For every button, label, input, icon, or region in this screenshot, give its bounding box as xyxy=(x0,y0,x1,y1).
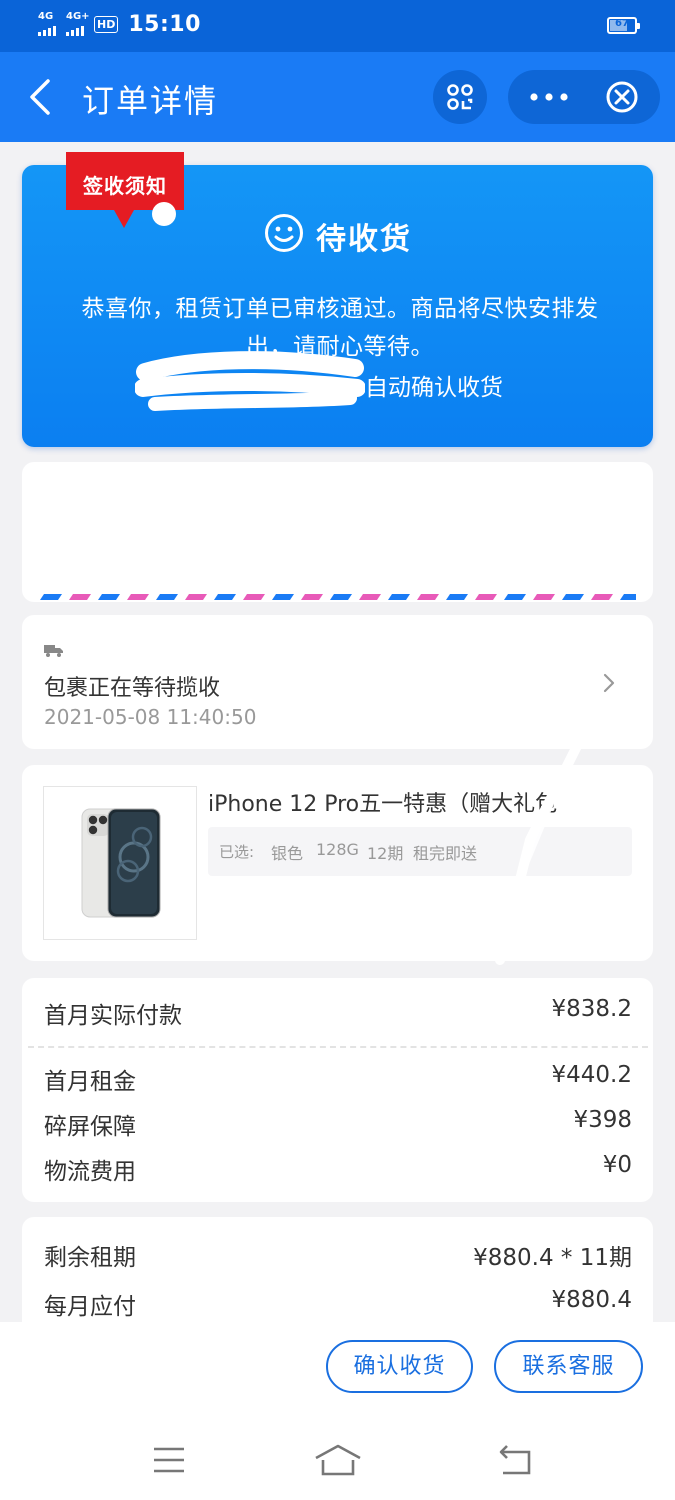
system-nav-bar xyxy=(0,1412,675,1500)
auto-confirm-text: 自动确认收货 xyxy=(365,375,503,401)
confirm-receipt-button[interactable]: 确认收货 xyxy=(326,1340,473,1393)
redaction-streak xyxy=(495,735,585,965)
divider xyxy=(28,1046,648,1048)
back-nav-icon[interactable] xyxy=(497,1444,533,1476)
close-button[interactable] xyxy=(596,70,660,124)
spec-color: 银色 xyxy=(271,844,304,863)
chevron-left-icon[interactable] xyxy=(26,78,56,116)
chevron-right-icon[interactable] xyxy=(601,672,617,694)
screen-protection-value: ¥398 xyxy=(573,1107,632,1133)
smile-icon xyxy=(265,214,303,252)
product-image[interactable] xyxy=(43,786,197,940)
battery-icon: 67 xyxy=(607,17,640,34)
phone-image-icon xyxy=(81,808,161,918)
page-title: 订单详情 xyxy=(82,82,219,120)
truck-icon xyxy=(44,645,63,657)
first-month-value: ¥838.2 xyxy=(551,996,632,1022)
signal-icon: 4G xyxy=(38,11,56,36)
first-month-label: 首月实际付款 xyxy=(44,1003,182,1029)
monthly-label: 每月应付 xyxy=(44,1294,136,1320)
redaction-scribble xyxy=(135,351,365,411)
shipping-label: 物流费用 xyxy=(44,1159,136,1185)
remaining-term-label: 剩余租期 xyxy=(44,1245,136,1271)
status-bar: 4G 4G+ HD 15:10 67 xyxy=(0,0,675,52)
more-button[interactable] xyxy=(508,70,592,124)
contact-service-button[interactable]: 联系客服 xyxy=(494,1340,643,1393)
monthly-value: ¥880.4 xyxy=(551,1287,632,1313)
spec-term: 12期 xyxy=(367,844,404,863)
menu-icon[interactable] xyxy=(152,1446,186,1474)
spec-plan: 租完即送 xyxy=(413,844,478,863)
more-dots-icon xyxy=(530,93,568,101)
logistics-status: 包裹正在等待揽收 xyxy=(44,676,221,701)
spec-storage: 128G xyxy=(316,840,359,859)
close-circle-icon xyxy=(606,81,638,113)
screen-protection-label: 碎屏保障 xyxy=(44,1114,136,1140)
spec-label: 已选: xyxy=(219,843,255,861)
shipping-value: ¥0 xyxy=(602,1152,632,1178)
scan-button[interactable] xyxy=(433,70,487,124)
signal-icon: 4G+ xyxy=(66,11,90,36)
rent-label: 首月租金 xyxy=(44,1069,136,1095)
remaining-term-value: ¥880.4 * 11期 xyxy=(473,1245,632,1271)
hd-badge: HD xyxy=(94,16,119,33)
logistics-time: 2021-05-08 11:40:50 xyxy=(44,705,257,729)
rent-value: ¥440.2 xyxy=(551,1062,632,1088)
scan-icon xyxy=(447,84,473,110)
home-icon[interactable] xyxy=(314,1444,362,1476)
address-card[interactable] xyxy=(22,462,653,602)
mail-border-decoration xyxy=(40,594,636,600)
ribbon-label[interactable]: 签收须知 xyxy=(66,170,184,199)
status-time: 15:10 xyxy=(128,12,201,37)
status-title: 待收货 xyxy=(316,222,412,257)
